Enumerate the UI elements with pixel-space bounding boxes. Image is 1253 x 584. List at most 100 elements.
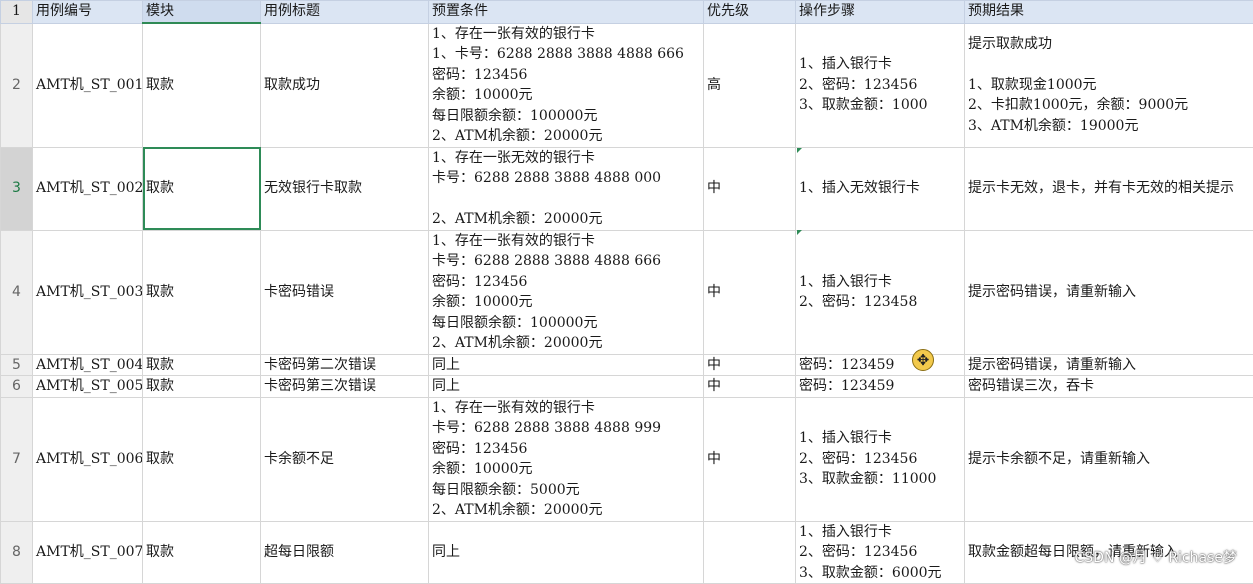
row-number-header[interactable]: 1 (1, 1, 33, 24)
cell-id[interactable]: AMT机_ST_006 (33, 397, 143, 521)
col-header-case-id[interactable]: 用例编号 (33, 1, 143, 24)
col-header-expected[interactable]: 预期结果 (965, 1, 1253, 24)
cell-precondition[interactable]: 同上 (429, 521, 704, 584)
col-header-priority[interactable]: 优先级 (704, 1, 796, 24)
cell-id[interactable]: AMT机_ST_004 (33, 354, 143, 376)
move-cursor-icon: ✥ (912, 349, 934, 371)
cell-title[interactable]: 卡余额不足 (261, 397, 429, 521)
steps-line: 2、密码：123456 (799, 75, 961, 96)
cell-id[interactable]: AMT机_ST_001 (33, 23, 143, 147)
cell-title[interactable]: 取款成功 (261, 23, 429, 147)
cell-steps[interactable]: 1、插入银行卡2、密码：1234563、取款金额：1000 (796, 23, 965, 147)
cell-module[interactable]: 取款 (143, 521, 261, 584)
cell-module[interactable]: 取款 (143, 354, 261, 376)
cell-module[interactable]: 取款 (143, 23, 261, 147)
col-header-case-title[interactable]: 用例标题 (261, 1, 429, 24)
table-row: 3AMT机_ST_002取款无效银行卡取款1、存在一张无效的银行卡卡号：6288… (1, 147, 1253, 230)
pre-line: 密码：123456 (432, 439, 700, 460)
col-header-precondition[interactable]: 预置条件 (429, 1, 704, 24)
expected-line (968, 54, 1253, 75)
cell-title[interactable]: 卡密码第三次错误 (261, 376, 429, 398)
pre-line: 每日限额余额：100000元 (432, 106, 700, 127)
table-row: 2AMT机_ST_001取款取款成功1、存在一张有效的银行卡1、卡号：6288 … (1, 23, 1253, 147)
header-row: 1 用例编号 模块 用例标题 预置条件 优先级 操作步骤 预期结果 (1, 1, 1253, 24)
cell-title[interactable]: 卡密码错误 (261, 230, 429, 354)
cell-priority[interactable]: 中 (704, 230, 796, 354)
cell-module[interactable]: 取款 (143, 397, 261, 521)
watermark: CSDN @月 ♡ Richase梦 (1075, 547, 1238, 567)
steps-line: 2、密码：123458 (799, 292, 961, 313)
cell-precondition[interactable]: 同上 (429, 354, 704, 376)
cell-priority[interactable]: 中 (704, 376, 796, 398)
row-number[interactable]: 8 (1, 521, 33, 584)
cell-title[interactable]: 无效银行卡取款 (261, 147, 429, 230)
col-header-module[interactable]: 模块 (143, 1, 261, 24)
row-number[interactable]: 6 (1, 376, 33, 398)
cell-module[interactable]: 取款 (143, 376, 261, 398)
steps-line: 3、取款金额：1000 (799, 95, 961, 116)
cell-precondition[interactable]: 同上 (429, 376, 704, 398)
pre-line: 2、ATM机余额：20000元 (432, 500, 700, 521)
cell-expected[interactable]: 密码错误三次，吞卡 (965, 376, 1253, 398)
row-number[interactable]: 7 (1, 397, 33, 521)
cell-steps[interactable]: 1、插入银行卡2、密码：123458 (796, 230, 965, 354)
row-number[interactable]: 4 (1, 230, 33, 354)
cell-title[interactable]: 超每日限额 (261, 521, 429, 584)
steps-line: 1、插入银行卡 (799, 522, 961, 543)
expected-line: 提示卡无效，退卡，并有卡无效的相关提示 (968, 178, 1253, 199)
expected-line: 提示卡余额不足，请重新输入 (968, 449, 1253, 470)
steps-line: 1、插入银行卡 (799, 54, 961, 75)
cell-module[interactable]: 取款 (143, 230, 261, 354)
row-number[interactable]: 5 (1, 354, 33, 376)
cell-precondition[interactable]: 1、存在一张有效的银行卡卡号：6288 2888 3888 4888 999密码… (429, 397, 704, 521)
pre-line: 1、存在一张无效的银行卡 (432, 148, 700, 169)
cell-precondition[interactable]: 1、存在一张无效的银行卡卡号：6288 2888 3888 4888 000 2、… (429, 147, 704, 230)
cell-steps[interactable]: 1、插入银行卡2、密码：1234563、取款金额：6000元 (796, 521, 965, 584)
pre-line: 密码：123456 (432, 65, 700, 86)
expected-line: 提示取款成功 (968, 34, 1253, 55)
pre-line: 卡号：6288 2888 3888 4888 000 (432, 168, 700, 189)
pre-line: 1、存在一张有效的银行卡 (432, 398, 700, 419)
steps-line: 1、插入银行卡 (799, 272, 961, 293)
pre-line: 同上 (432, 542, 700, 563)
steps-line: 3、取款金额：6000元 (799, 563, 961, 584)
cell-expected[interactable]: 提示卡余额不足，请重新输入 (965, 397, 1253, 521)
cell-expected[interactable]: 提示取款成功1、取款现金1000元2、卡扣款1000元，余额：9000元3、AT… (965, 23, 1253, 147)
cell-title[interactable]: 卡密码第二次错误 (261, 354, 429, 376)
cell-steps[interactable]: 1、插入无效银行卡 (796, 147, 965, 230)
cell-precondition[interactable]: 1、存在一张有效的银行卡卡号：6288 2888 3888 4888 666密码… (429, 230, 704, 354)
steps-line: 密码：123459 (799, 355, 961, 376)
cell-id[interactable]: AMT机_ST_007 (33, 521, 143, 584)
cell-expected[interactable]: 提示卡无效，退卡，并有卡无效的相关提示 (965, 147, 1253, 230)
cell-priority[interactable] (704, 521, 796, 584)
steps-line: 2、密码：123456 (799, 542, 961, 563)
cell-steps[interactable]: 密码：123459 (796, 376, 965, 398)
pre-line: 2、ATM机余额：20000元 (432, 209, 700, 230)
expected-line: 3、ATM机余额：19000元 (968, 116, 1253, 137)
col-header-steps[interactable]: 操作步骤 (796, 1, 965, 24)
cell-priority[interactable]: 高 (704, 23, 796, 147)
expected-line: 提示密码错误，请重新输入 (968, 355, 1253, 376)
pre-line: 1、卡号：6288 2888 3888 4888 666 (432, 44, 700, 65)
pre-line: 同上 (432, 376, 700, 397)
row-number[interactable]: 3 (1, 147, 33, 230)
row-number[interactable]: 2 (1, 23, 33, 147)
pre-line: 余额：10000元 (432, 459, 700, 480)
cell-module[interactable]: 取款 (143, 147, 261, 230)
cell-expected[interactable]: 提示密码错误，请重新输入 (965, 354, 1253, 376)
cell-id[interactable]: AMT机_ST_002 (33, 147, 143, 230)
cell-id[interactable]: AMT机_ST_005 (33, 376, 143, 398)
pre-line: 卡号：6288 2888 3888 4888 666 (432, 251, 700, 272)
table-row: 4AMT机_ST_003取款卡密码错误1、存在一张有效的银行卡卡号：6288 2… (1, 230, 1253, 354)
cell-priority[interactable]: 中 (704, 397, 796, 521)
cell-precondition[interactable]: 1、存在一张有效的银行卡1、卡号：6288 2888 3888 4888 666… (429, 23, 704, 147)
cell-priority[interactable]: 中 (704, 354, 796, 376)
cell-steps[interactable]: 密码：123459 (796, 354, 965, 376)
table-row: 7AMT机_ST_006取款卡余额不足1、存在一张有效的银行卡卡号：6288 2… (1, 397, 1253, 521)
steps-line: 1、插入无效银行卡 (799, 178, 961, 199)
pre-line: 余额：10000元 (432, 292, 700, 313)
cell-steps[interactable]: 1、插入银行卡2、密码：1234563、取款金额：11000 (796, 397, 965, 521)
cell-id[interactable]: AMT机_ST_003 (33, 230, 143, 354)
cell-priority[interactable]: 中 (704, 147, 796, 230)
cell-expected[interactable]: 提示密码错误，请重新输入 (965, 230, 1253, 354)
